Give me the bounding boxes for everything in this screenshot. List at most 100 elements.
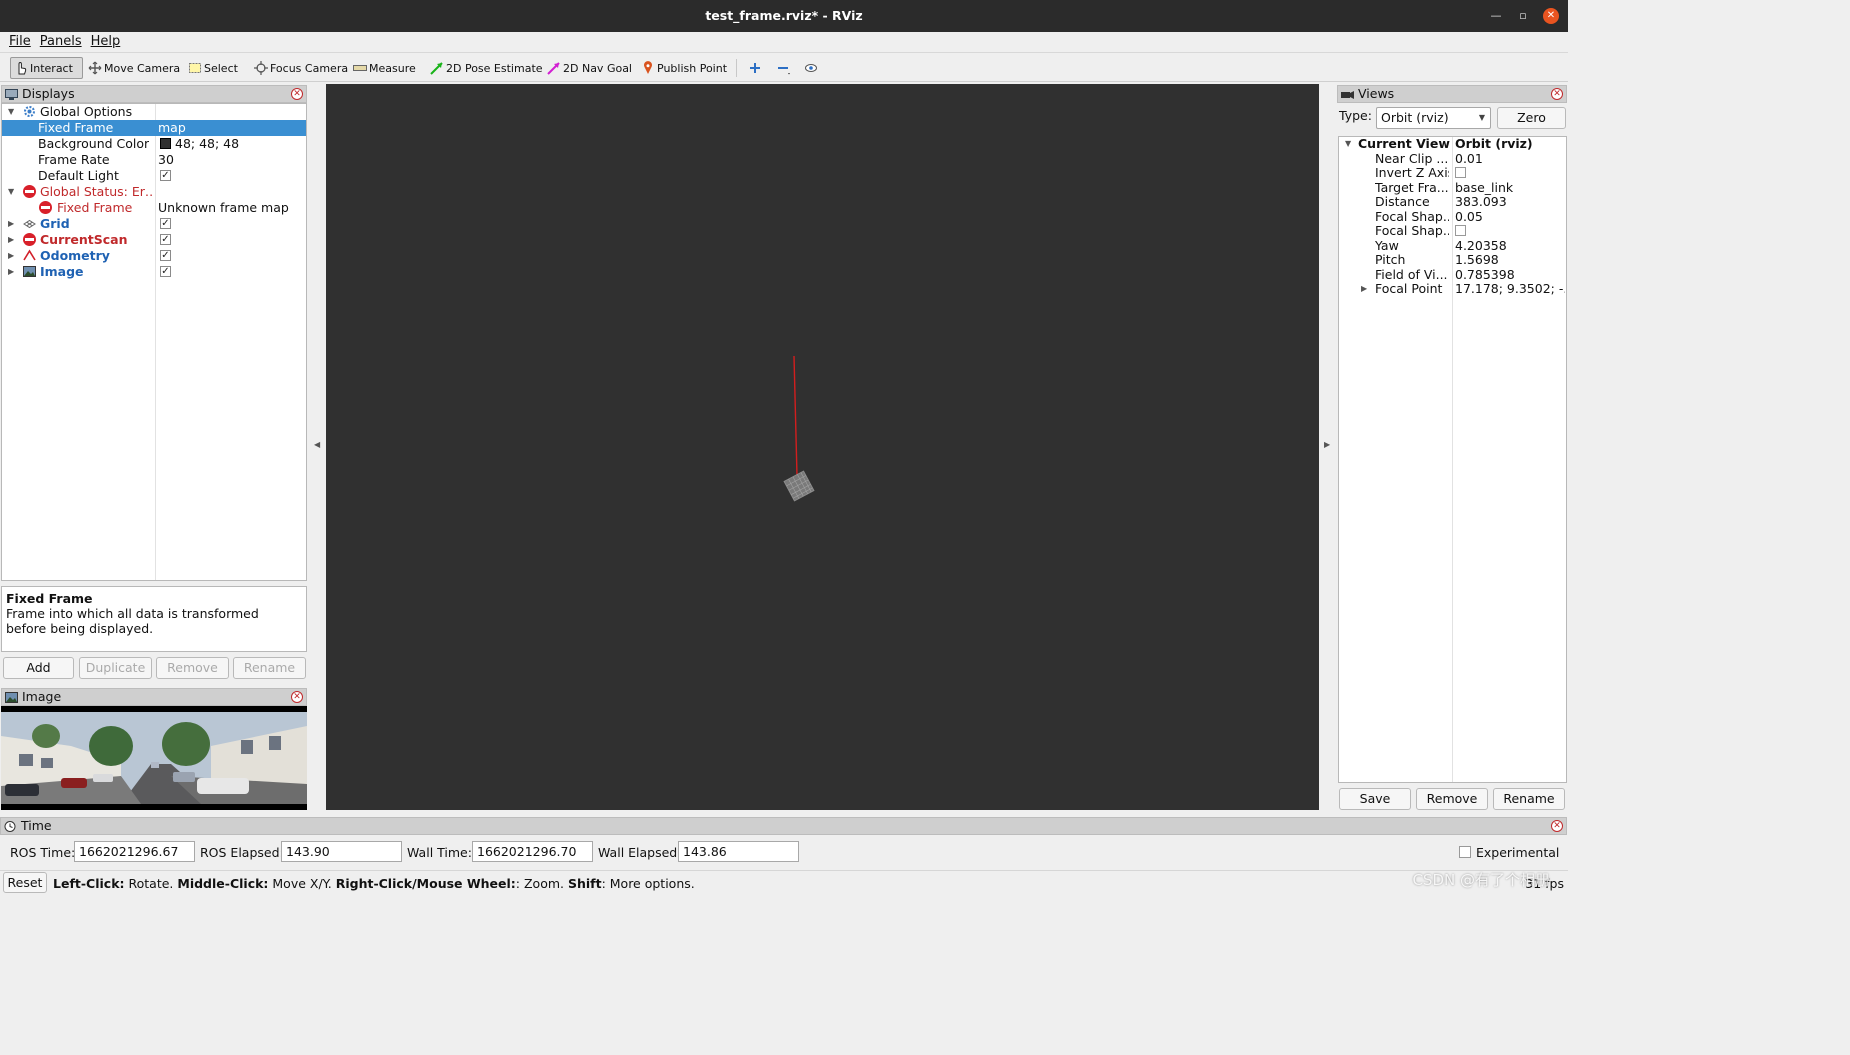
default-light-label: Default Light — [38, 168, 119, 183]
tree-row-frame-rate[interactable]: Frame Rate 30 — [2, 152, 306, 168]
expand-arrow-icon[interactable]: ▼ — [8, 184, 14, 200]
expand-arrow-icon[interactable]: ▶ — [1361, 282, 1367, 296]
background-color-value[interactable]: 48; 48; 48 — [175, 136, 239, 152]
tree-row-currentscan[interactable]: ▶ CurrentScan ✓ — [2, 232, 306, 248]
fov-value[interactable]: 0.785398 — [1455, 268, 1565, 282]
view-type-value: Orbit (rviz) — [1381, 110, 1449, 125]
odometry-checkbox[interactable]: ✓ — [160, 250, 171, 261]
close-time-panel-icon[interactable]: ✕ — [1551, 820, 1563, 832]
move-camera-button[interactable]: Move Camera — [85, 57, 183, 79]
close-displays-icon[interactable]: ✕ — [291, 88, 303, 100]
tree-row-global-options[interactable]: ▼ Global Options — [2, 104, 306, 120]
experimental-checkbox[interactable] — [1459, 846, 1471, 858]
menu-help[interactable]: Help — [91, 32, 121, 52]
remove-view-button[interactable]: Remove — [1416, 788, 1488, 810]
remove-tool-button[interactable] — [773, 57, 795, 79]
focal-shape-size-value[interactable]: 0.05 — [1455, 210, 1565, 224]
tool-properties-button[interactable] — [801, 57, 823, 79]
zero-button[interactable]: Zero — [1497, 107, 1566, 129]
save-view-button[interactable]: Save — [1339, 788, 1411, 810]
select-tool-button[interactable]: Select — [185, 57, 241, 79]
view-row-near-clip[interactable]: Near Clip ... 0.01 — [1339, 152, 1566, 166]
distance-value[interactable]: 383.093 — [1455, 195, 1565, 209]
view-row-focal-shape-fixed[interactable]: Focal Shap... — [1339, 224, 1566, 238]
yaw-value[interactable]: 4.20358 — [1455, 239, 1565, 253]
tree-row-image[interactable]: ▶ Image ✓ — [2, 264, 306, 280]
hint-left-click-desc: Rotate. — [124, 876, 178, 891]
close-window-icon[interactable]: ✕ — [1543, 8, 1559, 24]
close-image-panel-icon[interactable]: ✕ — [291, 691, 303, 703]
expand-arrow-icon[interactable]: ▶ — [8, 232, 14, 248]
color-swatch[interactable] — [160, 138, 171, 149]
street-scene-image — [1, 706, 307, 810]
monitor-icon — [5, 88, 18, 100]
tree-row-fixed-frame[interactable]: Fixed Frame map — [2, 120, 306, 136]
view-row-focal-shape-size[interactable]: Focal Shap... 0.05 — [1339, 210, 1566, 224]
image-icon — [5, 691, 18, 703]
minimize-icon[interactable]: — — [1488, 8, 1504, 24]
add-display-button[interactable]: Add — [3, 657, 74, 679]
view-row-distance[interactable]: Distance 383.093 — [1339, 195, 1566, 209]
pose-estimate-button[interactable]: 2D Pose Estimate — [427, 57, 546, 79]
tree-row-default-light[interactable]: Default Light ✓ — [2, 168, 306, 184]
hint-shift: Shift — [567, 876, 602, 891]
pitch-value[interactable]: 1.5698 — [1455, 253, 1565, 267]
tree-row-global-status[interactable]: ▼ Global Status: Er… — [2, 184, 306, 200]
tree-row-status-fixed-frame[interactable]: Fixed Frame Unknown frame map — [2, 200, 306, 216]
rename-view-button[interactable]: Rename — [1493, 788, 1565, 810]
expand-arrow-icon[interactable]: ▶ — [8, 264, 14, 280]
image-panel-title: Image ✕ — [1, 688, 307, 706]
view-row-pitch[interactable]: Pitch 1.5698 — [1339, 253, 1566, 267]
ros-elapsed-field[interactable]: 143.90 — [281, 841, 402, 862]
expand-arrow-icon[interactable]: ▶ — [8, 248, 14, 264]
nav-goal-button[interactable]: 2D Nav Goal — [544, 57, 635, 79]
focal-point-value[interactable]: 17.178; 9.3502; -... — [1455, 282, 1565, 296]
view-row-fov[interactable]: Field of Vi... 0.785398 — [1339, 268, 1566, 282]
expand-arrow-icon[interactable]: ▼ — [1345, 137, 1351, 151]
rename-display-button[interactable]: Rename — [233, 657, 306, 679]
duplicate-display-button[interactable]: Duplicate — [79, 657, 152, 679]
view-type-select[interactable]: Orbit (rviz) ▼ — [1376, 107, 1491, 129]
maximize-icon[interactable]: ▫ — [1515, 8, 1531, 24]
expand-arrow-icon[interactable]: ▼ — [8, 104, 14, 120]
target-frame-value[interactable]: base_link — [1455, 181, 1565, 195]
close-views-icon[interactable]: ✕ — [1551, 88, 1563, 100]
menu-file[interactable]: File — [9, 32, 31, 52]
focal-shape-fixed-checkbox[interactable] — [1455, 225, 1466, 236]
tree-row-grid[interactable]: ▶ Grid ✓ — [2, 216, 306, 232]
view-row-focal-point[interactable]: ▶ Focal Point 17.178; 9.3502; -... — [1339, 282, 1566, 296]
collapse-right-icon[interactable]: ▶ — [1324, 440, 1330, 449]
view-row-yaw[interactable]: Yaw 4.20358 — [1339, 239, 1566, 253]
invert-z-checkbox[interactable] — [1455, 167, 1466, 178]
grid-checkbox[interactable]: ✓ — [160, 218, 171, 229]
ros-time-field[interactable]: 1662021296.67 — [74, 841, 195, 862]
image-checkbox[interactable]: ✓ — [160, 266, 171, 277]
fixed-frame-value[interactable]: map — [158, 120, 186, 136]
frame-rate-value[interactable]: 30 — [158, 152, 174, 168]
right-splitter[interactable]: ▶ — [1319, 84, 1336, 810]
wall-elapsed-field[interactable]: 143.86 — [678, 841, 799, 862]
tree-row-odometry[interactable]: ▶ Odometry ✓ — [2, 248, 306, 264]
wall-time-field[interactable]: 1662021296.70 — [472, 841, 593, 862]
publish-point-button[interactable]: Publish Point — [638, 57, 730, 79]
collapse-left-icon[interactable]: ◀ — [314, 440, 320, 449]
left-splitter[interactable]: ◀ — [309, 84, 326, 810]
menu-panels[interactable]: Panels — [40, 32, 82, 52]
description-title: Fixed Frame — [6, 591, 93, 606]
reset-button[interactable]: Reset — [3, 872, 47, 893]
remove-display-button[interactable]: Remove — [156, 657, 229, 679]
currentscan-checkbox[interactable]: ✓ — [160, 234, 171, 245]
add-tool-button[interactable] — [745, 57, 767, 79]
tree-row-background-color[interactable]: Background Color 48; 48; 48 — [2, 136, 306, 152]
view-row-current-view[interactable]: ▼ Current View Orbit (rviz) — [1339, 137, 1566, 151]
focus-camera-button[interactable]: Focus Camera — [251, 57, 351, 79]
near-clip-value[interactable]: 0.01 — [1455, 152, 1565, 166]
measure-tool-button[interactable]: Measure — [350, 57, 419, 79]
view-row-invert-z[interactable]: Invert Z Axis — [1339, 166, 1566, 180]
title-bar: test_frame.rviz* - RViz — ▫ ✕ — [0, 0, 1568, 32]
interact-tool-button[interactable]: Interact — [10, 57, 83, 79]
render-viewport[interactable] — [326, 84, 1319, 810]
default-light-checkbox[interactable]: ✓ — [160, 170, 171, 181]
view-row-target-frame[interactable]: Target Fra... base_link — [1339, 181, 1566, 195]
expand-arrow-icon[interactable]: ▶ — [8, 216, 14, 232]
